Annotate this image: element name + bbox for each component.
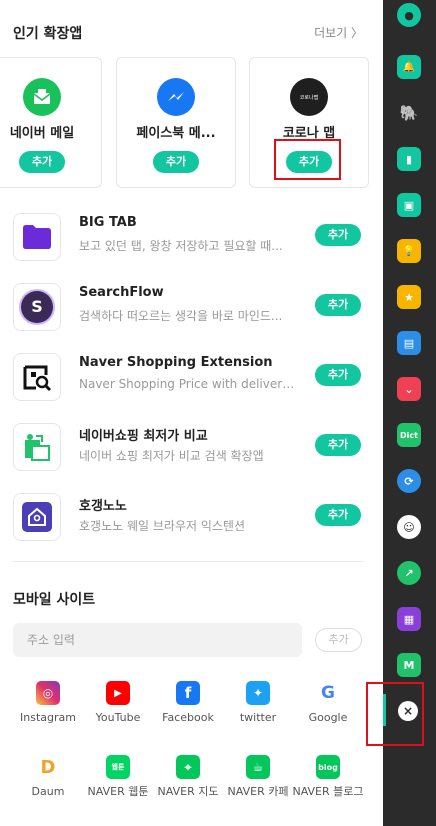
card-naver-mail[interactable]: 네이버 메일 추가 — [0, 57, 102, 188]
translator-icon[interactable]: ⟳ — [397, 469, 421, 493]
wallet-icon[interactable]: ▤ — [397, 331, 421, 355]
item-title: 네이버쇼핑 최저가 비교 — [79, 429, 208, 444]
site-daum[interactable]: D Daum — [12, 755, 84, 798]
list-item[interactable]: 호갱노노 호갱노노 웨일 브라우저 익스텐션 추가 — [0, 490, 383, 548]
site-label: Google — [308, 711, 348, 724]
highlight-box — [366, 682, 424, 746]
site-naver-webtoon[interactable]: 웹툰 NAVER 웹툰 — [82, 755, 154, 798]
add-button[interactable]: 추가 — [315, 434, 361, 456]
item-description: Naver Shopping Price with delivery pr... — [79, 377, 301, 391]
section-divider — [13, 561, 363, 562]
site-instagram[interactable]: ◎ Instagram — [12, 681, 84, 724]
lightbulb-icon[interactable]: 💡 — [397, 239, 421, 263]
evernote-icon[interactable]: 🐘 — [397, 101, 421, 125]
item-description: 호갱노노 웨일 브라우저 익스텐션 — [79, 519, 246, 533]
pocket-icon[interactable]: ⌄ — [397, 377, 421, 401]
add-button[interactable]: 추가 — [19, 151, 65, 173]
add-button[interactable]: 추가 — [315, 294, 361, 316]
site-naver-blog[interactable]: blog NAVER 블로그 — [292, 755, 364, 798]
site-label: NAVER 지도 — [157, 785, 219, 798]
site-label: Daum — [31, 785, 65, 798]
corona-map-icon: 코로나맵 — [290, 78, 328, 116]
site-twitter[interactable]: ✦ twitter — [222, 681, 294, 724]
facebook-icon: f — [176, 681, 200, 705]
item-description: 검색하다 떠오르는 생각을 바로 마인드... — [79, 309, 283, 323]
stock-chart-icon[interactable]: ↗ — [397, 561, 421, 585]
site-label: NAVER 블로그 — [292, 785, 364, 798]
item-title: BIG TAB — [79, 215, 137, 230]
item-description: 네이버 쇼핑 최저가 비교 검색 확장앱 — [79, 449, 264, 463]
messenger-icon — [157, 78, 195, 116]
card-name: 페이스북 메... — [136, 126, 216, 141]
add-button[interactable]: 추가 — [153, 151, 199, 173]
add-button[interactable]: 추가 — [315, 224, 361, 246]
site-facebook[interactable]: f Facebook — [152, 681, 224, 724]
list-item[interactable]: BIG TAB 보고 있던 탭, 왕창 저장하고 필요할 때... 추가 — [0, 210, 383, 268]
calendar-icon[interactable]: ▦ — [397, 607, 421, 631]
address-input[interactable] — [13, 623, 302, 657]
twitter-icon: ✦ — [246, 681, 270, 705]
add-site-button[interactable]: 추가 — [315, 628, 362, 652]
whale-logo-icon[interactable]: ● — [397, 3, 421, 27]
item-title: Naver Shopping Extension — [79, 355, 273, 370]
site-label: NAVER 카페 — [227, 785, 289, 798]
list-item[interactable]: 네이버쇼핑 최저가 비교 네이버 쇼핑 최저가 비교 검색 확장앱 추가 — [0, 420, 383, 478]
add-button[interactable]: 추가 — [315, 504, 361, 526]
highlight-box — [274, 139, 341, 180]
corona-map-icon-text: 코로나맵 — [299, 94, 319, 101]
dictionary-icon[interactable]: Dict — [397, 423, 421, 447]
mobile-section-title: 모바일 사이트 — [13, 592, 96, 608]
card-name: 네이버 메일 — [9, 126, 75, 141]
popular-section-title: 인기 확장앱 — [13, 26, 83, 42]
note-icon[interactable]: ▣ — [397, 193, 421, 217]
instagram-icon: ◎ — [36, 681, 60, 705]
item-title: SearchFlow — [79, 285, 164, 300]
item-description: 보고 있던 탭, 왕창 저장하고 필요할 때... — [79, 239, 283, 253]
hogangnono-icon — [13, 493, 61, 541]
naver-mail-icon — [23, 78, 61, 116]
naver-webtoon-icon: 웹툰 — [106, 755, 130, 779]
alarm-icon[interactable]: 🔔 — [397, 55, 421, 79]
site-label: twitter — [239, 711, 277, 724]
more-link[interactable]: 더보기 〉 — [314, 24, 363, 41]
add-button[interactable]: 추가 — [315, 364, 361, 386]
card-facebook-messenger[interactable]: 페이스북 메... 추가 — [116, 57, 236, 188]
naver-me-icon[interactable]: M — [397, 653, 421, 677]
site-label: Facebook — [162, 711, 214, 724]
naver-map-icon: ⌖ — [176, 755, 200, 779]
site-naver-cafe[interactable]: ☕ NAVER 카페 — [222, 755, 294, 798]
site-label: NAVER 웹툰 — [87, 785, 149, 798]
site-youtube[interactable]: ▶ YouTube — [82, 681, 154, 724]
site-google[interactable]: G Google — [292, 681, 364, 724]
google-icon: G — [316, 681, 340, 705]
bookmark-icon[interactable]: ▮ — [397, 147, 421, 171]
item-title: 호갱노노 — [79, 499, 127, 514]
searchflow-icon: S — [13, 283, 61, 331]
site-label: Instagram — [20, 711, 76, 724]
extension-panel: 인기 확장앱 더보기 〉 네이버 메일 추가 페이스북 메... 추가 코로나맵… — [0, 0, 383, 826]
emoji-icon[interactable]: ☺ — [397, 515, 421, 539]
naver-shopping-compare-icon — [13, 423, 61, 471]
naver-blog-icon: blog — [316, 755, 340, 779]
list-item[interactable]: S SearchFlow 검색하다 떠오르는 생각을 바로 마인드... 추가 — [0, 280, 383, 338]
list-item[interactable]: Naver Shopping Extension Naver Shopping … — [0, 350, 383, 408]
naver-shopping-extension-icon — [13, 353, 61, 401]
naver-cafe-icon: ☕ — [246, 755, 270, 779]
youtube-icon: ▶ — [106, 681, 130, 705]
site-label: YouTube — [95, 711, 141, 724]
site-naver-map[interactable]: ⌖ NAVER 지도 — [152, 755, 224, 798]
daum-icon: D — [36, 755, 60, 779]
big-tab-icon — [13, 213, 61, 261]
star-icon[interactable]: ★ — [397, 285, 421, 309]
